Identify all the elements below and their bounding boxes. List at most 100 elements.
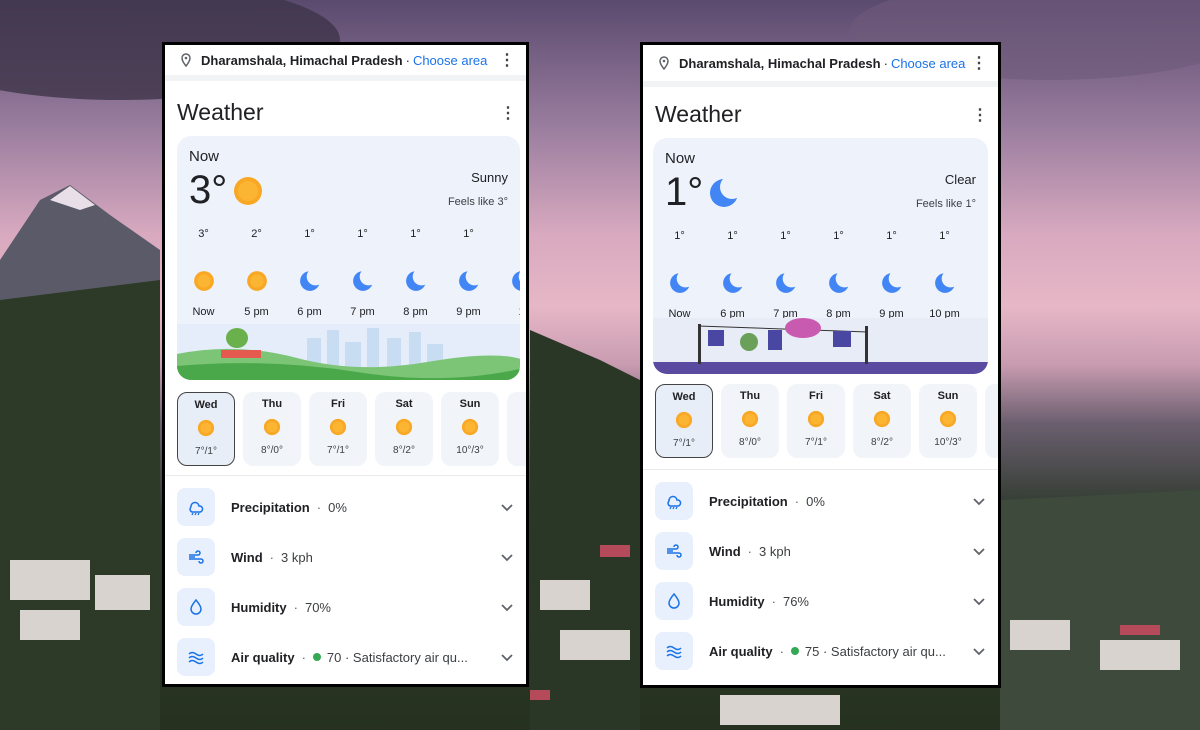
condition-text: Sunny <box>471 170 508 185</box>
weather-header: Weather ⋮ <box>643 87 998 138</box>
detail-label: Air quality <box>709 643 773 659</box>
chevron-down-icon[interactable] <box>972 544 986 558</box>
hourly-temp: 1° <box>304 228 315 240</box>
detail-separator: · <box>747 543 752 559</box>
moon-icon <box>511 271 520 291</box>
moon-icon <box>934 272 956 293</box>
day-temp-range: 8°/2° <box>871 437 893 448</box>
hourly-item: 1° 10 pm <box>918 230 971 320</box>
chevron-down-icon[interactable] <box>972 644 986 658</box>
moon-icon <box>987 280 988 286</box>
day-tab-fri[interactable]: Fri 7°/1° <box>309 392 367 466</box>
day-tab-thu[interactable]: Thu 8°/0° <box>243 392 301 466</box>
current-temp-value: 3° <box>189 168 228 212</box>
chevron-down-icon[interactable] <box>500 650 514 664</box>
hourly-item: 1° 9 pm <box>442 228 495 318</box>
detail-icon-box <box>177 538 215 576</box>
day-name: Sat <box>395 398 413 410</box>
hourly-time: 1 <box>518 306 520 318</box>
hourly-forecast[interactable]: 3° Now 2° 5 pm 1° 6 pm 1° 7 pm 1° 8 pm 1… <box>177 228 520 318</box>
feels-like-text: Feels like 3° <box>447 196 508 208</box>
day-tab-sun[interactable]: Sun 10°/3° <box>919 384 977 458</box>
detail-row-wind[interactable]: Wind · 3 kph <box>643 526 998 576</box>
details-list: Precipitation · 0% Wind · 3 kph Humidity… <box>643 470 998 676</box>
hourly-temp: 1° <box>886 230 897 242</box>
hourly-item: 1° 8 pm <box>389 228 442 318</box>
location-menu-icon[interactable]: ⋮ <box>971 53 987 73</box>
moon-icon <box>299 270 321 291</box>
rain-icon <box>667 495 682 510</box>
day-tab-wed[interactable]: Wed 7°/1° <box>177 392 235 466</box>
detail-row-precipitation[interactable]: Precipitation · 0% <box>165 482 526 532</box>
hourly-time: 7 pm <box>350 306 375 318</box>
feels-like-text: Feels like 1° <box>915 198 976 210</box>
weather-panel-sunny: Dharamshala, Himachal Pradesh · Choose a… <box>162 42 529 687</box>
detail-value: 70% <box>304 599 331 615</box>
location-menu-icon[interactable]: ⋮ <box>499 50 515 70</box>
day-tab-sat[interactable]: Sat 8°/2° <box>853 384 911 458</box>
detail-row-precipitation[interactable]: Precipitation · 0% <box>643 476 998 526</box>
moon-icon <box>775 272 797 293</box>
day-temp-range: 8°/0° <box>261 445 283 456</box>
location-name: Dharamshala, Himachal Pradesh <box>201 52 403 68</box>
day-tab-fri[interactable]: Fri 7°/1° <box>787 384 845 458</box>
sun-icon <box>197 419 215 437</box>
chevron-down-icon[interactable] <box>972 594 986 608</box>
day-temp-range: 7°/1° <box>805 437 827 448</box>
sunny-city-illustration <box>177 324 520 380</box>
choose-area-link[interactable]: Choose area <box>413 53 487 68</box>
night-laundry-illustration <box>653 318 988 374</box>
day-tab-sat[interactable]: Sat 8°/2° <box>375 392 433 466</box>
hourly-forecast[interactable]: 1° Now 1° 6 pm 1° 7 pm 1° 8 pm 1° 9 pm 1… <box>653 230 988 320</box>
day-tab-m[interactable]: M 11 <box>507 392 526 466</box>
detail-separator: · <box>316 499 322 515</box>
detail-row-air-quality[interactable]: Air quality · 75 · Satisfactory air qu..… <box>643 626 998 676</box>
day-tab-wed[interactable]: Wed 7°/1° <box>655 384 713 458</box>
detail-value: 0% <box>806 493 825 509</box>
detail-row-humidity[interactable]: Humidity · 70% <box>165 582 526 632</box>
hourly-item: 1° 6 pm <box>706 230 759 320</box>
sun-icon <box>395 418 413 436</box>
hourly-item: 1° 8 pm <box>812 230 865 320</box>
day-name: Sun <box>459 398 481 410</box>
day-tab-thu[interactable]: Thu 8°/0° <box>721 384 779 458</box>
air-icon <box>666 645 682 659</box>
location-bar: Dharamshala, Himachal Pradesh · Choose a… <box>165 45 526 81</box>
location-separator: · <box>405 52 410 68</box>
chevron-down-icon[interactable] <box>500 600 514 614</box>
day-temp-range: 7°/1° <box>327 445 349 456</box>
detail-value: 76% <box>782 593 809 609</box>
weather-menu-icon[interactable]: ⋮ <box>972 105 988 125</box>
location-pin-icon <box>181 53 191 67</box>
detail-row-humidity[interactable]: Humidity · 76% <box>643 576 998 626</box>
chevron-down-icon[interactable] <box>500 550 514 564</box>
moon-icon <box>669 272 691 293</box>
chevron-down-icon[interactable] <box>500 500 514 514</box>
day-tab-m[interactable]: M 11 <box>985 384 998 458</box>
page-title: Weather <box>655 101 742 127</box>
detail-row-wind[interactable]: Wind · 3 kph <box>165 532 526 582</box>
location-bar: Dharamshala, Himachal Pradesh · Choose a… <box>643 45 998 87</box>
day-temp-range: 10°/3° <box>934 437 962 448</box>
sun-icon <box>873 410 891 428</box>
day-temp-range: 8°/2° <box>393 445 415 456</box>
detail-separator: · <box>269 549 274 565</box>
hourly-temp: 3° <box>198 228 209 240</box>
moon-icon <box>722 272 744 293</box>
weather-menu-icon[interactable]: ⋮ <box>500 103 516 123</box>
day-tab-sun[interactable]: Sun 10°/3° <box>441 392 499 466</box>
hourly-item: 3° Now <box>177 228 230 318</box>
hourly-time: 5 pm <box>244 306 269 318</box>
detail-label: Air quality <box>231 649 295 665</box>
day-name: Wed <box>194 399 218 411</box>
hourly-item: 1° 7 pm <box>759 230 812 320</box>
daily-forecast: Wed 7°/1° Thu 8°/0° Fri 7°/1° Sat 8°/2° … <box>643 374 998 470</box>
detail-separator: · <box>794 493 800 509</box>
moon-icon <box>828 272 850 293</box>
chevron-down-icon[interactable] <box>972 494 986 508</box>
air-icon <box>188 651 204 665</box>
detail-row-air-quality[interactable]: Air quality · 70 · Satisfactory air qu..… <box>165 632 526 682</box>
sun-icon <box>461 418 479 436</box>
current-weather-card: Now 3° Sunny Feels like 3° 3° Now 2° 5 p… <box>177 136 520 380</box>
choose-area-link[interactable]: Choose area <box>891 56 965 71</box>
